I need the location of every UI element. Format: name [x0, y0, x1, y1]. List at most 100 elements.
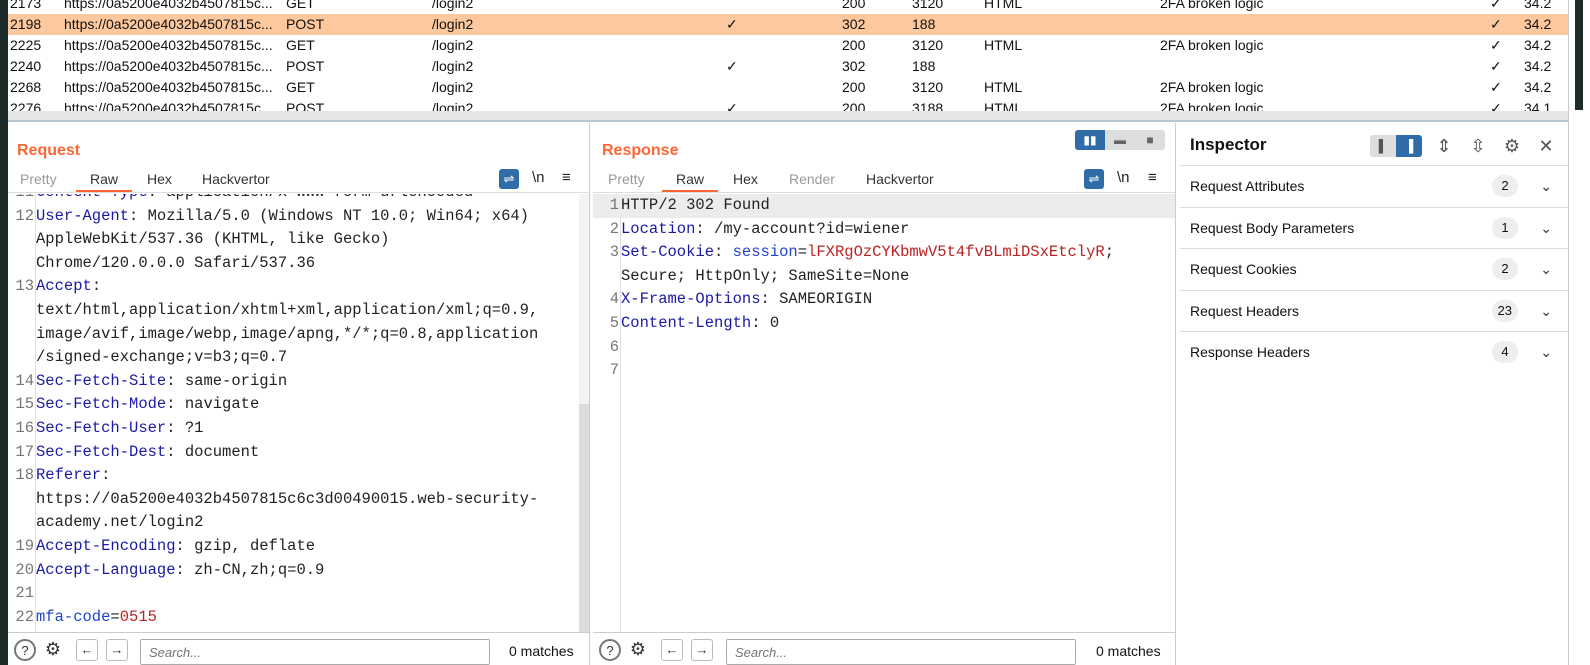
table-row[interactable]: 2276 https://0a5200e4032b4507815c... POST /…	[8, 98, 1568, 111]
cell-ip: 34.2	[1524, 37, 1552, 53]
table-row[interactable]: 2240 https://0a5200e4032b4507815c... POST /…	[8, 56, 1568, 77]
cell-tls: ✓	[1490, 79, 1502, 95]
cell-mime: HTML	[984, 79, 1023, 95]
vertical-scrollbar[interactable]	[1568, 0, 1590, 665]
wrap-lines-icon[interactable]: ⇌	[499, 169, 519, 189]
line-text: text/html,application/xhtml+xml,applicat…	[36, 300, 539, 319]
cell-status: 200	[842, 0, 866, 11]
pane-divider[interactable]	[8, 120, 1568, 122]
editor-line: Secure; HttpOnly; SameSite=None	[593, 265, 1175, 289]
editor-line: 3 Set-Cookie: session=lFXRgOzCYKbmwV5t4fv…	[593, 241, 1175, 265]
count-badge: 4	[1492, 341, 1518, 363]
cell-tls: ✓	[1490, 100, 1502, 111]
line-text: : gzip, deflate	[175, 536, 316, 555]
header-name: Set-Cookie	[621, 243, 715, 262]
line-number: 5	[609, 313, 619, 332]
close-icon[interactable]: ✕	[1534, 136, 1558, 157]
cell-ip: 34.2	[1524, 0, 1552, 11]
line-number: 20	[15, 560, 34, 579]
hamburger-menu-icon[interactable]: ≡	[1148, 169, 1157, 186]
line-number: 2	[609, 219, 619, 238]
stacked-layout-icon[interactable]: ▬	[1105, 130, 1135, 150]
gear-icon[interactable]: ⚙	[1500, 136, 1524, 157]
inspector-section[interactable]: Request Attributes 2 ⌄	[1180, 165, 1568, 206]
line-text: =	[797, 243, 808, 262]
line-text: : SAMEORIGIN	[760, 290, 873, 309]
chevron-down-icon[interactable]: ⌄	[1540, 166, 1552, 206]
editor-line: 2 Location: /my-account?id=wiener	[593, 218, 1175, 242]
response-editor[interactable]: 1 HTTP/2 302 Found 2 Location: /my-account?…	[593, 194, 1175, 632]
next-match-button[interactable]: →	[691, 639, 713, 661]
side-by-side-layout-icon[interactable]: ▮▮	[1075, 130, 1105, 150]
section-label: Response Headers	[1190, 344, 1310, 360]
line-text: HTTP/2 302 Found	[621, 196, 770, 214]
cell-title: 2FA broken logic	[1160, 0, 1264, 11]
header-name: Referer	[36, 466, 102, 485]
scrollbar-thumb[interactable]	[579, 404, 589, 632]
cell-status: 200	[842, 79, 866, 95]
search-input[interactable]	[726, 639, 1076, 665]
inspector-section[interactable]: Request Cookies 2 ⌄	[1180, 248, 1568, 289]
tab-raw[interactable]: Raw	[662, 171, 719, 192]
table-row[interactable]: 2198 https://0a5200e4032b4507815c... POST /…	[8, 14, 1568, 35]
tab-hex[interactable]: Hex	[147, 171, 172, 187]
tab-hackvertor[interactable]: Hackvertor	[202, 171, 270, 187]
previous-match-button[interactable]: ←	[76, 639, 98, 661]
help-icon[interactable]: ?	[14, 639, 36, 661]
gear-icon[interactable]: ⚙	[42, 639, 64, 661]
editor-line: AppleWebKit/537.36 (KHTML, like Gecko)	[8, 228, 589, 252]
wrap-lines-icon[interactable]: ⇌	[1084, 169, 1104, 189]
table-row[interactable]: 2173 https://0a5200e4032b4507815c... GET/l…	[8, 0, 1568, 14]
header-name: Content-Length	[621, 313, 752, 332]
tab-raw[interactable]: Raw	[76, 171, 133, 192]
editor-line: image/avif,image/webp,image/apng,*/*;q=0…	[8, 323, 589, 347]
collapse-all-icon[interactable]: ⇳	[1466, 136, 1490, 157]
line-number: 13	[15, 277, 34, 296]
request-editor[interactable]: 11Content-Type: application/x-www-form-u…	[8, 194, 589, 632]
scrollbar-thumb[interactable]	[1575, 0, 1583, 110]
table-row[interactable]: 2268 https://0a5200e4032b4507815c... GET/l…	[8, 77, 1568, 98]
cell-status: 302	[842, 58, 866, 74]
gear-icon[interactable]: ⚙	[627, 639, 649, 661]
chevron-down-icon[interactable]: ⌄	[1540, 208, 1552, 248]
cell-method: GET	[286, 79, 315, 95]
line-number: 11	[8, 194, 34, 205]
horizontal-scrollbar[interactable]	[8, 111, 1568, 120]
editor-line: /signed-exchange;v=b3;q=0.7	[8, 346, 589, 370]
cell-path: /login2	[432, 37, 474, 53]
inspector-title: Inspector	[1190, 135, 1267, 154]
tab-hackvertor[interactable]: Hackvertor	[866, 171, 934, 187]
tab-render[interactable]: Render	[789, 171, 835, 187]
newline-toggle[interactable]: \n	[1117, 169, 1130, 186]
hamburger-menu-icon[interactable]: ≡	[562, 169, 571, 186]
editor-line: 15 Sec-Fetch-Mode: navigate	[8, 393, 589, 417]
single-layout-icon[interactable]: ■	[1135, 130, 1165, 150]
cell-path: /login2	[432, 100, 474, 111]
tab-hex[interactable]: Hex	[733, 171, 758, 187]
tab-pretty[interactable]: Pretty	[20, 171, 57, 187]
cell-params: ✓	[726, 100, 738, 111]
inspector-section[interactable]: Response Headers 4 ⌄	[1180, 331, 1568, 372]
line-number: 21	[15, 584, 34, 603]
previous-match-button[interactable]: ←	[661, 639, 683, 661]
dock-right-icon[interactable]: ▐	[1396, 135, 1422, 157]
cell-length: 3120	[912, 37, 944, 53]
editor-line: 11Content-Type: application/x-www-form-u…	[8, 194, 589, 205]
line-number: 17	[15, 442, 34, 461]
inspector-section[interactable]: Request Headers 23 ⌄	[1180, 289, 1568, 331]
chevron-down-icon[interactable]: ⌄	[1540, 332, 1552, 372]
dock-left-icon[interactable]: ▌	[1370, 135, 1396, 157]
tab-pretty[interactable]: Pretty	[608, 171, 645, 187]
expand-all-icon[interactable]: ⇕	[1432, 136, 1456, 157]
search-input[interactable]	[140, 639, 490, 665]
inspector-section[interactable]: Request Body Parameters 1 ⌄	[1180, 206, 1568, 248]
newline-toggle[interactable]: \n	[532, 169, 545, 186]
help-icon[interactable]: ?	[599, 639, 621, 661]
table-row[interactable]: 2225 https://0a5200e4032b4507815c... GET/l…	[8, 35, 1568, 56]
cell-url: https://0a5200e4032b4507815c...	[64, 79, 273, 95]
chevron-down-icon[interactable]: ⌄	[1540, 291, 1552, 331]
next-match-button[interactable]: →	[106, 639, 128, 661]
request-scrollbar[interactable]	[579, 194, 589, 632]
chevron-down-icon[interactable]: ⌄	[1540, 249, 1552, 289]
window-edge	[0, 0, 8, 665]
